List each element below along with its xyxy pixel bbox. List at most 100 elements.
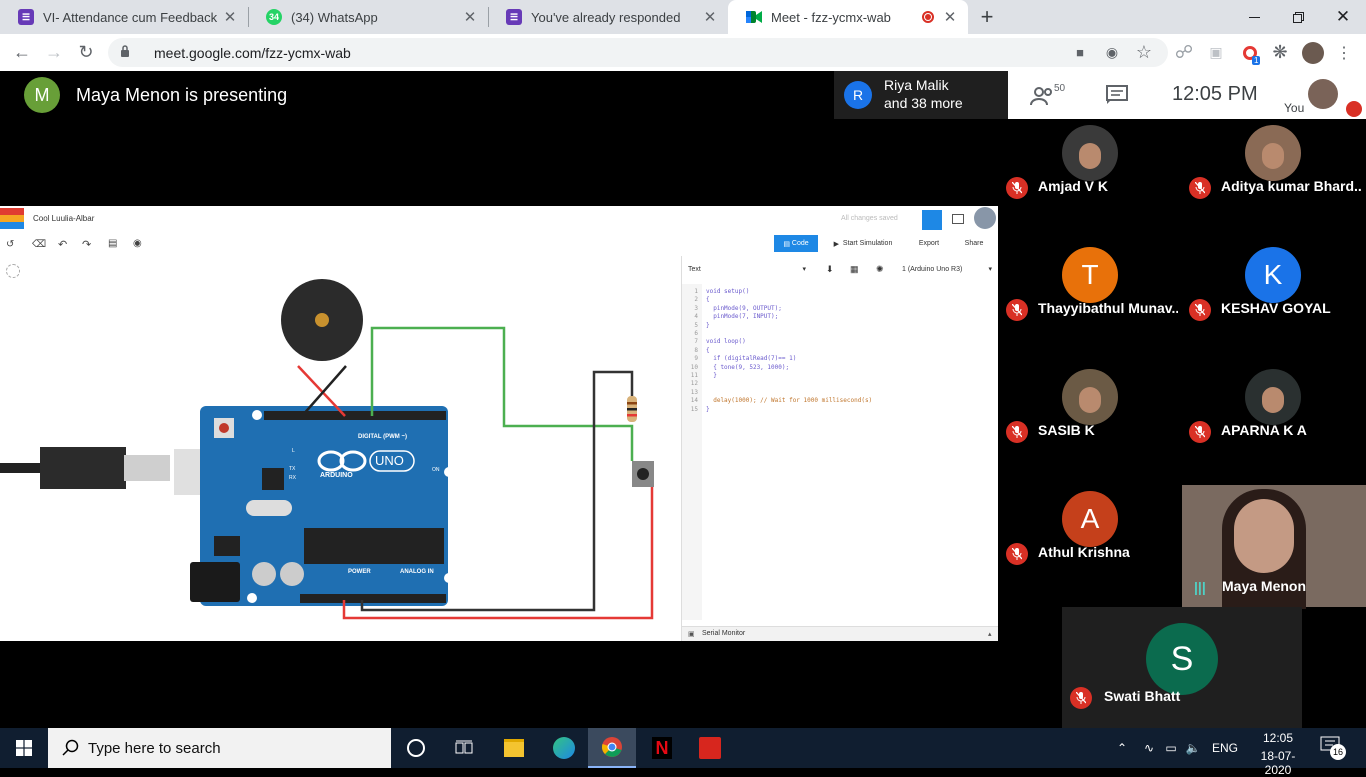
participant-name: Swati Bhatt: [1104, 688, 1181, 704]
folder-icon: [504, 739, 524, 757]
tinkercad-logo: [0, 208, 24, 230]
list-view-icon[interactable]: [952, 214, 964, 224]
close-icon[interactable]: ✕: [220, 8, 240, 26]
chat-button[interactable]: [1106, 85, 1128, 110]
circuit-canvas[interactable]: DIGITAL (PWM ~) ARDUINO UNO POWER ANALOG…: [0, 256, 678, 641]
participant-photo: [1062, 125, 1118, 181]
download-icon[interactable]: ⬇: [826, 264, 834, 275]
edge-app[interactable]: [540, 728, 588, 768]
code-mode-select[interactable]: Text ▾: [688, 262, 806, 276]
code-line: 1 void setup(): [694, 288, 750, 295]
tab-meet[interactable]: Meet - fzz-ycmx-wab ✕: [728, 0, 968, 34]
code-button[interactable]: ▤ Code: [774, 235, 818, 252]
code-text-area[interactable]: 1 void setup() 2{3 pinMode(9, OUTPUT); 4 pi…: [682, 284, 998, 620]
close-icon[interactable]: ✕: [460, 8, 480, 26]
redo-icon[interactable]: ↷: [82, 238, 91, 251]
delete-icon[interactable]: ⌫: [32, 239, 46, 250]
language-indicator[interactable]: ENG: [1212, 728, 1238, 768]
volume-muted-icon[interactable]: 🔈: [1184, 728, 1202, 768]
taskbar-search[interactable]: Type here to search: [48, 728, 391, 768]
tab-form-responded[interactable]: ☰ You've already responded ✕: [488, 0, 728, 34]
participant-name: APARNA K A: [1221, 422, 1307, 438]
board-select[interactable]: 1 (Arduino Uno R3) ▾: [902, 262, 992, 276]
visibility-icon[interactable]: ◉: [133, 238, 142, 249]
debugger-icon[interactable]: ✺: [876, 264, 884, 275]
participant-tile[interactable]: Amjad V K: [998, 119, 1181, 241]
self-avatar[interactable]: [1308, 79, 1338, 109]
extension-icon[interactable]: ▣: [1206, 34, 1226, 71]
task-view-button[interactable]: [440, 728, 488, 768]
restore-button[interactable]: [1276, 0, 1320, 34]
serial-monitor-label: Serial Monitor: [702, 630, 746, 637]
participant-tile[interactable]: Aditya kumar Bhard...: [1181, 119, 1364, 241]
people-button[interactable]: 50: [1030, 83, 1074, 109]
save-status: All changes saved: [841, 215, 898, 222]
rotate-icon[interactable]: ↺: [6, 239, 14, 250]
start-simulation-button[interactable]: ▶ Start Simulation: [826, 235, 900, 252]
mic-off-icon: [1006, 543, 1028, 565]
close-icon[interactable]: ✕: [940, 8, 960, 26]
video-feed: [1234, 499, 1294, 573]
serial-monitor-bar[interactable]: ▣ Serial Monitor ▴: [682, 626, 998, 641]
minimize-button[interactable]: [1232, 0, 1276, 34]
people-icon: [1030, 87, 1052, 106]
chrome-app[interactable]: [588, 728, 636, 768]
circuit-view-button[interactable]: [922, 210, 942, 230]
reload-button[interactable]: ↻: [72, 34, 100, 71]
participant-tile[interactable]: S Swati Bhatt: [1062, 607, 1302, 729]
mic-off-icon: [1189, 421, 1211, 443]
participant-tile[interactable]: APARNA K A: [1181, 363, 1364, 485]
network-icon[interactable]: ∿: [1140, 728, 1158, 768]
eye-slash-icon[interactable]: ◉: [1102, 34, 1122, 71]
forward-button[interactable]: →: [40, 34, 68, 71]
participant-name: Amjad V K: [1038, 178, 1109, 194]
analog-label: ANALOG IN: [400, 569, 434, 575]
acrobat-app[interactable]: [686, 728, 734, 768]
tab-attendance-form[interactable]: ☰ VI- Attendance cum Feedback , S ✕: [0, 0, 248, 34]
show-hidden-icons[interactable]: ⌃: [1112, 728, 1132, 768]
pinned-participants-chip[interactable]: R Riya Malik and 38 more: [834, 71, 1008, 119]
extension-icon[interactable]: ☍: [1174, 34, 1194, 71]
action-center-button[interactable]: 16: [1320, 736, 1346, 760]
bookmark-star-icon[interactable]: ☆: [1134, 34, 1154, 71]
participant-avatar: K: [1245, 247, 1301, 303]
participant-tile[interactable]: SASIB K: [998, 363, 1181, 485]
expand-icon[interactable]: ▴: [988, 630, 992, 638]
project-title[interactable]: Cool Luulia-Albar: [33, 214, 94, 223]
self-mic-off-icon: [1346, 101, 1362, 117]
participant-tile[interactable]: ||| Maya Menon: [1182, 485, 1366, 609]
address-bar[interactable]: meet.google.com/fzz-ycmx-wab: [108, 38, 1168, 67]
clock[interactable]: 12:05 18-07-2020: [1250, 731, 1306, 777]
code-line: 6: [694, 330, 698, 337]
export-button[interactable]: Export: [908, 235, 950, 252]
windows-icon: [16, 740, 32, 756]
back-button[interactable]: ←: [8, 34, 36, 71]
recorder-extension-icon[interactable]: 1: [1238, 34, 1262, 71]
undo-icon[interactable]: ↶: [58, 238, 67, 251]
start-button[interactable]: [0, 728, 48, 768]
notes-icon[interactable]: ▤: [108, 238, 117, 249]
code-line: 7 void loop(): [694, 338, 746, 346]
menu-dots-icon[interactable]: ⋮: [1334, 34, 1354, 71]
participant-name: Aditya kumar Bhard...: [1221, 178, 1361, 194]
share-button[interactable]: Share: [954, 235, 994, 252]
close-window-button[interactable]: ✕: [1320, 0, 1366, 34]
file-explorer-app[interactable]: [490, 728, 538, 768]
recording-icon: [922, 11, 934, 23]
tab-whatsapp[interactable]: 34 (34) WhatsApp ✕: [248, 0, 488, 34]
close-icon[interactable]: ✕: [700, 8, 720, 26]
camera-icon[interactable]: ■: [1070, 34, 1090, 71]
participant-tile[interactable]: K KESHAV GOYAL: [1181, 241, 1364, 363]
lock-icon: [120, 45, 142, 60]
new-tab-button[interactable]: +: [974, 4, 1000, 30]
netflix-app[interactable]: N: [638, 728, 686, 768]
cortana-button[interactable]: [392, 728, 440, 768]
monitor-icon: ▣: [688, 631, 695, 638]
upload-icon[interactable]: ▦: [850, 264, 859, 275]
participant-tile[interactable]: T Thayyibathul Munav...: [998, 241, 1181, 363]
battery-icon[interactable]: ▭: [1162, 728, 1180, 768]
user-avatar[interactable]: [974, 207, 996, 229]
participant-tile[interactable]: A Athul Krishna: [998, 485, 1181, 607]
puzzle-extensions-icon[interactable]: ❋: [1270, 34, 1290, 71]
profile-avatar[interactable]: [1302, 42, 1324, 64]
